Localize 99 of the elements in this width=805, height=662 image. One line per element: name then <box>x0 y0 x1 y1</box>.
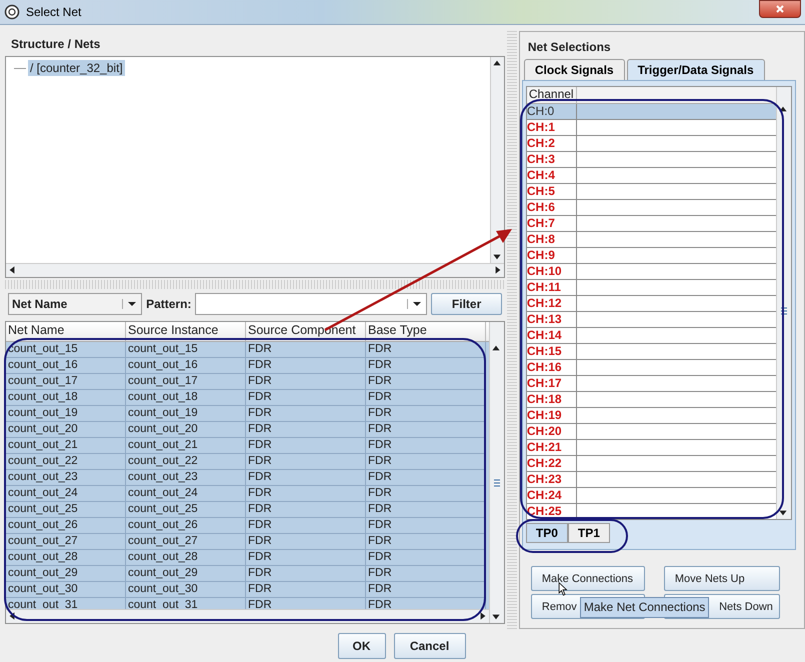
channel-cell: CH:10 <box>526 264 577 279</box>
move-up-button[interactable]: Move Nets Up <box>664 566 780 591</box>
tooltip: Make Net Connections <box>580 597 710 618</box>
channel-cell: CH:23 <box>526 472 577 487</box>
make-connections-button[interactable]: Make Connections <box>530 566 645 591</box>
channel-row[interactable]: CH:9 <box>526 248 776 264</box>
channel-cell: CH:12 <box>526 296 577 311</box>
table-row[interactable]: count_out_21 count_out_21 FDR FDR <box>6 438 489 454</box>
channel-cell: CH:17 <box>526 376 577 391</box>
channel-cell: CH:6 <box>526 200 577 215</box>
table-row[interactable]: count_out_25 count_out_25 FDR FDR <box>6 502 489 518</box>
table-row[interactable]: count_out_17 count_out_17 FDR FDR <box>6 374 489 390</box>
tree-item[interactable]: / [counter_32_bit] <box>28 60 125 76</box>
channel-cell: CH:14 <box>526 328 577 343</box>
channel-cell: CH:25 <box>526 504 577 519</box>
table-row[interactable]: count_out_30 count_out_30 FDR FDR <box>6 582 489 598</box>
channel-cell: CH:22 <box>526 456 577 471</box>
tab[interactable]: Clock Signals <box>524 59 625 80</box>
table-row[interactable]: count_out_24 count_out_24 FDR FDR <box>6 486 489 502</box>
channel-row[interactable]: CH:22 <box>526 456 776 472</box>
channel-cell: CH:7 <box>526 216 577 231</box>
tab[interactable]: Trigger/Data Signals <box>626 59 765 80</box>
channel-row[interactable]: CH:17 <box>526 376 776 392</box>
channel-cell: CH:19 <box>526 408 577 423</box>
channel-row[interactable]: CH:14 <box>526 328 776 344</box>
field-dropdown[interactable]: Net Name <box>8 293 142 315</box>
channel-cell: CH:3 <box>526 152 577 167</box>
channel-row[interactable]: CH:2 <box>526 136 776 152</box>
channel-cell: CH:18 <box>526 392 577 407</box>
column-header[interactable]: Source Instance <box>126 322 246 341</box>
channel-row[interactable]: CH:12 <box>526 296 776 312</box>
channel-row[interactable]: CH:5 <box>526 184 776 200</box>
close-icon <box>775 4 785 14</box>
channel-row[interactable]: CH:10 <box>526 264 776 280</box>
channel-cell: CH:16 <box>526 360 577 375</box>
channel-row[interactable]: CH:23 <box>526 472 776 488</box>
table-row[interactable]: count_out_29 count_out_29 FDR FDR <box>6 566 489 582</box>
table-row[interactable]: count_out_28 count_out_28 FDR FDR <box>6 550 489 566</box>
column-header[interactable]: Net Name <box>6 322 126 341</box>
channel-cell: CH:9 <box>526 248 577 263</box>
cancel-button[interactable]: Cancel <box>394 632 466 658</box>
panel-title: Structure / Nets <box>10 36 102 53</box>
table-row[interactable]: count_out_27 count_out_27 FDR FDR <box>6 534 489 550</box>
channel-cell: CH:11 <box>526 280 577 295</box>
scroll-thumb-icon[interactable] <box>779 307 789 315</box>
channel-cell: CH:8 <box>526 232 577 247</box>
scrollbar[interactable] <box>490 57 504 263</box>
table-row[interactable]: count_out_15 count_out_15 FDR FDR <box>6 342 489 358</box>
channel-cell: CH:20 <box>526 424 577 439</box>
channel-row[interactable]: CH:16 <box>526 360 776 376</box>
channel-cell: CH:24 <box>526 488 577 503</box>
table-row[interactable]: count_out_16 count_out_16 FDR FDR <box>6 358 489 374</box>
ok-button[interactable]: OK <box>338 632 386 658</box>
column-header[interactable]: Base Type <box>366 322 486 341</box>
column-header[interactable]: Source Component <box>246 322 366 341</box>
app-icon <box>4 4 20 20</box>
table-row[interactable]: count_out_20 count_out_20 FDR FDR <box>6 422 489 438</box>
channel-row[interactable]: CH:24 <box>526 488 776 504</box>
scrollbar[interactable] <box>6 263 504 277</box>
channel-cell: CH:4 <box>526 168 577 183</box>
channel-cell: CH:13 <box>526 312 577 327</box>
table-row[interactable]: count_out_18 count_out_18 FDR FDR <box>6 390 489 406</box>
tab[interactable]: TP1 <box>568 523 610 543</box>
channel-row[interactable]: CH:15 <box>526 344 776 360</box>
channel-row[interactable]: CH:19 <box>526 408 776 424</box>
channel-row[interactable]: CH:18 <box>526 392 776 408</box>
channel-row[interactable]: CH:21 <box>526 440 776 456</box>
table-row[interactable]: count_out_26 count_out_26 FDR FDR <box>6 518 489 534</box>
pattern-label: Pattern: <box>146 297 192 311</box>
tab[interactable]: TP0 <box>526 523 568 543</box>
filter-button[interactable]: Filter <box>431 293 502 315</box>
channel-cell: CH:1 <box>526 120 577 135</box>
scrollbar[interactable] <box>489 322 504 623</box>
channel-row[interactable]: CH:20 <box>526 424 776 440</box>
table-row[interactable]: count_out_19 count_out_19 FDR FDR <box>6 406 489 422</box>
channel-cell: CH:15 <box>526 344 577 359</box>
channel-row[interactable]: CH:3 <box>526 152 776 168</box>
scroll-thumb-icon[interactable] <box>492 478 502 486</box>
table-row[interactable]: count_out_22 count_out_22 FDR FDR <box>6 454 489 470</box>
channel-row[interactable]: CH:8 <box>526 232 776 248</box>
panel-title: Net Selections <box>526 39 612 56</box>
close-button[interactable] <box>759 0 801 18</box>
window-title: Select Net <box>26 5 82 19</box>
channel-row[interactable]: CH:11 <box>526 280 776 296</box>
channel-cell: CH:5 <box>526 184 577 199</box>
pattern-field[interactable] <box>195 293 428 315</box>
channel-row[interactable]: CH:0 <box>526 104 776 120</box>
channel-row[interactable]: CH:6 <box>526 200 776 216</box>
channel-row[interactable]: CH:1 <box>526 120 776 136</box>
column-header[interactable]: Channel <box>526 87 577 103</box>
channel-row[interactable]: CH:4 <box>526 168 776 184</box>
channel-row[interactable]: CH:7 <box>526 216 776 232</box>
table-row[interactable]: count_out_23 count_out_23 FDR FDR <box>6 470 489 486</box>
cursor-icon <box>558 582 568 596</box>
table-row[interactable]: count_out_31 count_out_31 FDR FDR <box>6 598 489 610</box>
channel-cell: CH:21 <box>526 440 577 455</box>
channel-row[interactable]: CH:13 <box>526 312 776 328</box>
channel-cell: CH:2 <box>526 136 577 151</box>
channel-cell: CH:0 <box>526 104 577 119</box>
